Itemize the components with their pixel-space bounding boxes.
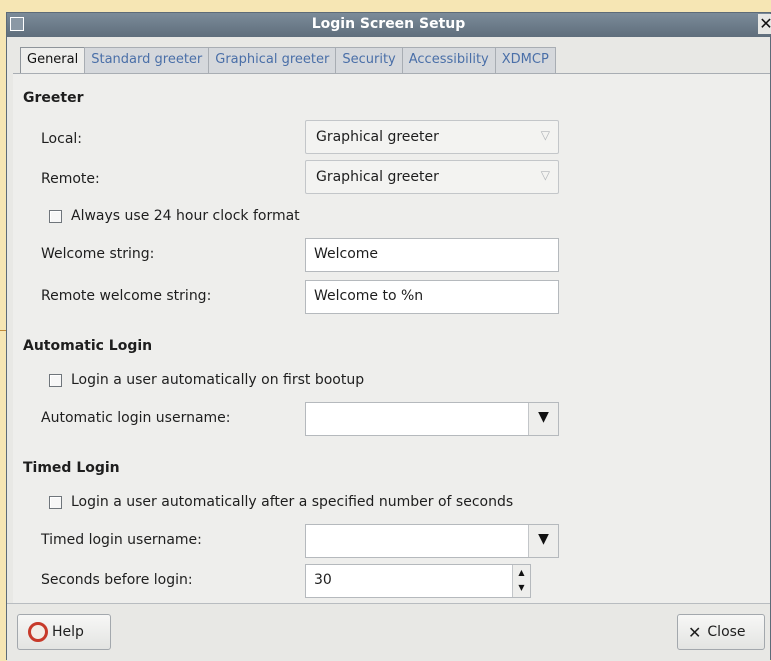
seconds-before-login-value[interactable]: 30 xyxy=(314,572,332,588)
close-x-icon: ✕ xyxy=(688,622,702,642)
dropdown-arrow-icon: ▽ xyxy=(540,128,550,142)
welcome-string-input[interactable]: Welcome xyxy=(305,238,559,272)
automatic-login-label: Login a user automatically on first boot… xyxy=(71,372,365,388)
local-greeter-select[interactable]: Graphical greeter ▽ xyxy=(305,120,559,154)
local-greeter-value: Graphical greeter xyxy=(316,129,439,145)
automatic-login-heading: Automatic Login xyxy=(23,338,153,354)
tab-graphical-greeter[interactable]: Graphical greeter xyxy=(208,47,337,73)
remote-welcome-string-label: Remote welcome string: xyxy=(41,288,212,304)
timed-login-checkbox[interactable]: Login a user automatically after a speci… xyxy=(49,494,513,510)
tab-bar: General Standard greeter Graphical greet… xyxy=(20,47,556,74)
remote-greeter-value: Graphical greeter xyxy=(316,169,439,185)
greeter-heading: Greeter xyxy=(23,90,84,106)
spin-arrows-icon[interactable]: ▲ ▼ xyxy=(512,565,530,597)
dropdown-arrow-icon: ▽ xyxy=(540,168,550,182)
timed-login-username-label: Timed login username: xyxy=(41,532,202,548)
welcome-string-label: Welcome string: xyxy=(41,246,155,262)
tab-standard-greeter[interactable]: Standard greeter xyxy=(84,47,210,73)
help-button[interactable]: Help xyxy=(17,614,111,650)
automatic-login-checkbox[interactable]: Login a user automatically on first boot… xyxy=(49,372,364,388)
timed-login-username-combo[interactable]: ▼ xyxy=(305,524,559,558)
local-label: Local: xyxy=(41,131,83,147)
tab-security[interactable]: Security xyxy=(335,47,403,73)
help-button-label: Help xyxy=(52,624,84,640)
general-tab-panel: Greeter Local: Graphical greeter ▽ Remot… xyxy=(13,73,770,603)
timed-login-heading: Timed Login xyxy=(23,460,120,476)
triangle-down-icon[interactable]: ▼ xyxy=(528,525,558,557)
login-screen-setup-window: Login Screen Setup ✕ General Standard gr… xyxy=(6,12,771,661)
help-lifebuoy-icon xyxy=(28,622,48,642)
close-button[interactable]: ✕ Close xyxy=(677,614,765,650)
close-button-label: Close xyxy=(707,624,746,640)
remote-label: Remote: xyxy=(41,171,100,187)
seconds-before-login-spinner[interactable]: 30 ▲ ▼ xyxy=(305,564,531,598)
timed-login-label: Login a user automatically after a speci… xyxy=(71,494,514,510)
clock-24h-label: Always use 24 hour clock format xyxy=(71,208,300,224)
title-bar[interactable]: Login Screen Setup ✕ xyxy=(7,13,771,37)
tab-accessibility[interactable]: Accessibility xyxy=(401,47,496,73)
automatic-login-username-label: Automatic login username: xyxy=(41,410,231,426)
seconds-before-login-label: Seconds before login: xyxy=(41,572,193,588)
window-close-icon[interactable]: ✕ xyxy=(758,14,771,34)
tab-xdmcp[interactable]: XDMCP xyxy=(494,47,556,73)
window-title: Login Screen Setup xyxy=(311,16,466,32)
clock-24h-checkbox[interactable]: Always use 24 hour clock format xyxy=(49,208,300,224)
triangle-down-icon[interactable]: ▼ xyxy=(528,403,558,435)
checkbox-unchecked-icon[interactable] xyxy=(49,373,62,387)
dialog-button-bar: Help ✕ Close xyxy=(7,603,770,661)
checkbox-unchecked-icon[interactable] xyxy=(49,495,62,509)
tab-general[interactable]: General xyxy=(20,47,86,74)
checkbox-unchecked-icon[interactable] xyxy=(49,209,62,223)
remote-greeter-select[interactable]: Graphical greeter ▽ xyxy=(305,160,559,194)
automatic-login-username-combo[interactable]: ▼ xyxy=(305,402,559,436)
remote-welcome-string-input[interactable]: Welcome to %n xyxy=(305,280,559,314)
